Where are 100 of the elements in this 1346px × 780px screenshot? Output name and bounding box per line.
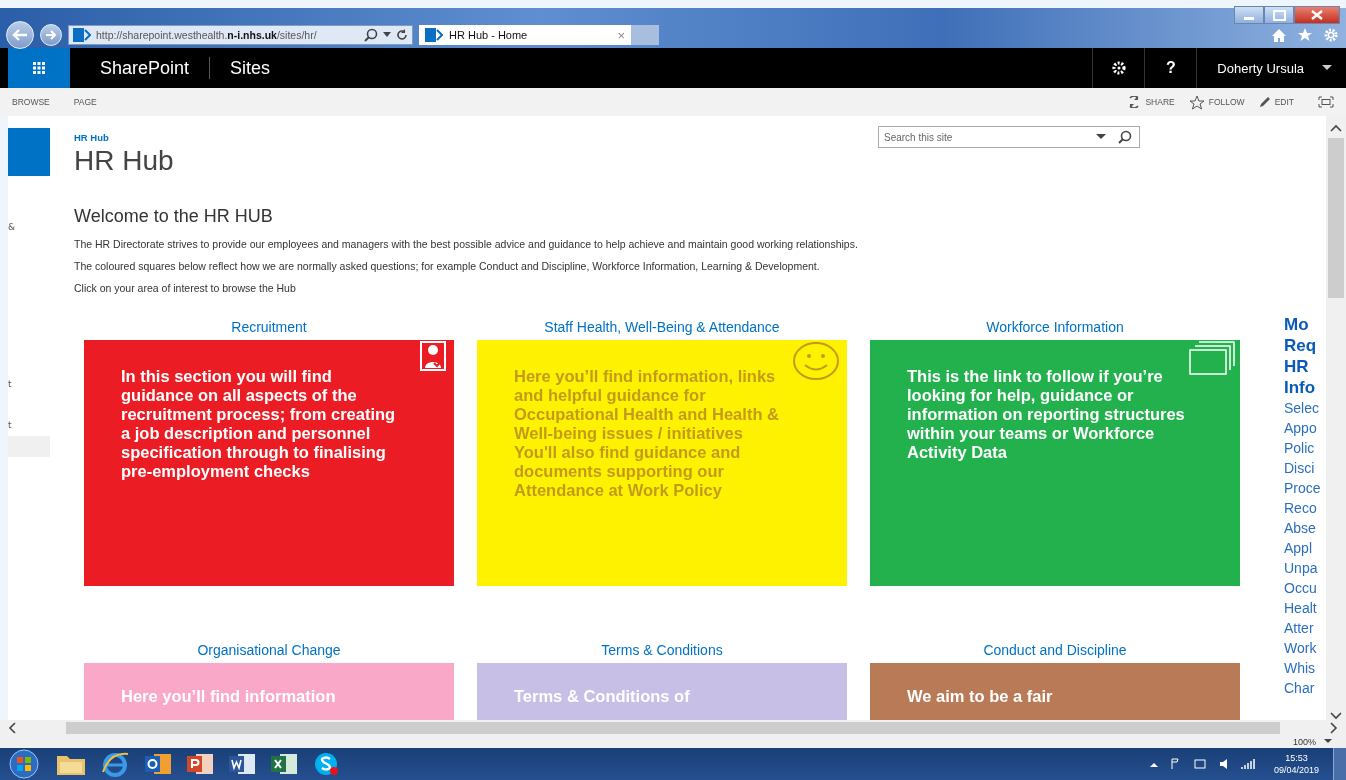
sidebar-heading: Req bbox=[1284, 335, 1318, 356]
sidebar-link[interactable]: Proce bbox=[1284, 478, 1326, 498]
tile-text: Here you’ll find information, links and helpful guidance for Occupational Health and Health & Well-being issues / initiatives bbox=[514, 367, 780, 443]
sidebar-link[interactable]: Healt bbox=[1284, 598, 1326, 618]
tile-text: This is the link to follow if you’re looking for help, guidance or information on reporting structures within your teams or Workforce Activity Data bbox=[907, 367, 1186, 462]
clock-time[interactable]: 15:53 bbox=[1285, 752, 1308, 764]
tile-text: Terms & Conditions of bbox=[514, 687, 691, 706]
app-name[interactable]: SharePoint bbox=[80, 57, 211, 79]
sidebar-link[interactable]: Reco bbox=[1284, 498, 1326, 518]
tile[interactable] bbox=[477, 340, 847, 586]
scrollbar-thumb[interactable] bbox=[66, 721, 1280, 734]
caret-icon[interactable] bbox=[1324, 739, 1332, 744]
chevron-up-icon[interactable] bbox=[1330, 124, 1342, 132]
caret-icon[interactable] bbox=[1096, 134, 1106, 140]
zoom-level[interactable]: 100% bbox=[1292, 736, 1316, 747]
intro-text: The coloured squares below reflect how we are normally asked questions; for example Conduct and Discipline, Workforce Information, Learning & Development. bbox=[74, 260, 821, 272]
clock-date[interactable]: 09/04/2019 bbox=[1273, 764, 1319, 776]
dropdown-icon[interactable] bbox=[383, 32, 391, 38]
sidebar-link[interactable]: Work bbox=[1284, 638, 1326, 658]
welcome-heading: Welcome to the HR HUB bbox=[74, 206, 274, 227]
back-button[interactable] bbox=[6, 21, 34, 49]
refresh-icon[interactable] bbox=[396, 29, 408, 41]
page-title: HR Hub bbox=[74, 145, 174, 177]
star-icon[interactable] bbox=[1298, 28, 1312, 42]
ribbon-action[interactable]: EDIT bbox=[1258, 96, 1294, 108]
arrow-left-icon bbox=[12, 29, 28, 41]
tile-heading[interactable]: Staff Health, Well-Being & Attendance bbox=[477, 319, 847, 335]
sidebar-link[interactable]: Disci bbox=[1284, 458, 1326, 478]
browser-tab[interactable]: HR Hub - Home × bbox=[419, 25, 631, 45]
close-tab-button[interactable]: × bbox=[617, 27, 625, 43]
sidebar-link[interactable]: Atter bbox=[1284, 618, 1326, 638]
tile[interactable]: In this section you will find guidance on all aspects of the recruitment process; from creating a job description and personnel specification through to finalising pre-employment checks bbox=[84, 340, 454, 586]
presentation-app-icon[interactable] bbox=[186, 751, 214, 777]
app-launcher-button[interactable] bbox=[8, 48, 70, 88]
address-field[interactable]: http://sharepoint.westhealth.n-i.nhs.uk/sites/hr/ bbox=[68, 25, 413, 45]
site-icon bbox=[425, 28, 443, 42]
arrow-right-icon bbox=[45, 30, 57, 40]
ribbon-action[interactable]: FOLLOW bbox=[1188, 94, 1245, 110]
chat-app-icon[interactable] bbox=[312, 751, 340, 777]
document-app-icon[interactable] bbox=[228, 751, 256, 777]
star-icon bbox=[1188, 94, 1205, 110]
site-icon bbox=[73, 28, 91, 42]
close-icon bbox=[1311, 10, 1323, 20]
close-button[interactable] bbox=[1294, 6, 1340, 24]
sidebar-link[interactable]: Abse bbox=[1284, 518, 1326, 538]
nav-link[interactable]: t bbox=[8, 379, 12, 389]
grid-icon bbox=[33, 62, 45, 74]
mail-app-icon[interactable] bbox=[144, 751, 172, 777]
sidebar-link[interactable]: Appl bbox=[1284, 538, 1326, 558]
chevron-down-icon[interactable] bbox=[1330, 712, 1342, 720]
ribbon-tab[interactable]: BROWSE bbox=[12, 97, 50, 107]
tile-heading[interactable]: Recruitment bbox=[84, 319, 454, 335]
spreadsheet-app-icon[interactable] bbox=[270, 751, 298, 777]
tile[interactable]: This is the link to follow if you’re looking for help, guidance or information on reporting structures within your teams or Workforce Activity Data bbox=[870, 340, 1240, 586]
sidebar-link[interactable]: Occu bbox=[1284, 578, 1326, 598]
nav-link[interactable]: t bbox=[8, 420, 12, 430]
tile-text: You'll also find guidance and documents supporting our Attendance at Work Policy bbox=[514, 443, 742, 500]
sidebar-link[interactable]: Appo bbox=[1284, 418, 1326, 438]
tile-text: Here you’ll find information bbox=[121, 687, 337, 706]
horizontal-scrollbar[interactable] bbox=[0, 720, 1346, 735]
tile-heading[interactable]: Terms & Conditions bbox=[477, 642, 847, 658]
tile[interactable]: We aim to be a fair bbox=[870, 663, 1240, 720]
browser-icon[interactable] bbox=[100, 750, 130, 778]
pages-icon bbox=[1189, 341, 1235, 375]
nav-link[interactable]: & bbox=[8, 222, 16, 232]
tile-text: We aim to be a fair bbox=[907, 687, 1054, 706]
tile-heading[interactable]: Conduct and Discipline bbox=[870, 642, 1240, 658]
sidebar-link[interactable]: Unpa bbox=[1284, 558, 1326, 578]
maximize-button[interactable] bbox=[1264, 6, 1294, 24]
breadcrumb-link[interactable]: HR Hub bbox=[74, 132, 174, 143]
chevron-right-icon[interactable] bbox=[1330, 721, 1338, 734]
search-icon[interactable] bbox=[364, 28, 378, 42]
focus-icon[interactable] bbox=[1318, 96, 1334, 108]
sidebar-heading: Info bbox=[1284, 377, 1317, 398]
intro-text: Click on your area of interest to browse the Hub bbox=[74, 282, 297, 294]
ribbon-action[interactable]: SHARE bbox=[1127, 96, 1175, 108]
intro-text: The HR Directorate strives to provide our employees and managers with the best possible advice and guidance to help achieve and maintain good working relationships. bbox=[74, 238, 859, 250]
sites-link[interactable]: Sites bbox=[210, 57, 291, 79]
minimize-button[interactable] bbox=[1234, 6, 1264, 24]
caret-icon[interactable] bbox=[1322, 65, 1332, 71]
person-icon bbox=[420, 341, 446, 371]
settings-icon bbox=[1111, 61, 1126, 75]
smiley-icon bbox=[792, 341, 840, 381]
search-icon[interactable] bbox=[1118, 130, 1132, 144]
sidebar-link[interactable]: Polic bbox=[1284, 438, 1326, 458]
sidebar-heading: HR bbox=[1284, 356, 1310, 377]
tile-heading[interactable]: Workforce Information bbox=[870, 319, 1240, 335]
tile-text: In this section you will find guidance on all aspects of the recruitment process; from creating a job description and personnel specification through to finalising pre-employment checks bbox=[121, 367, 397, 481]
scrollbar-thumb[interactable] bbox=[1328, 138, 1344, 298]
forward-button[interactable] bbox=[40, 24, 62, 46]
sidebar-link[interactable]: Char bbox=[1284, 678, 1326, 698]
tile-heading[interactable]: Organisational Change bbox=[84, 642, 454, 658]
search-field[interactable]: Search this site bbox=[878, 126, 1140, 148]
sidebar-link[interactable]: Whis bbox=[1284, 658, 1326, 678]
chevron-left-icon[interactable] bbox=[8, 721, 16, 734]
sidebar-heading: Mo bbox=[1284, 314, 1310, 335]
pencil-icon bbox=[1258, 96, 1271, 108]
start-button[interactable] bbox=[6, 749, 42, 779]
sidebar-link[interactable]: Selec bbox=[1284, 398, 1326, 418]
ribbon-tab[interactable]: PAGE bbox=[73, 97, 97, 107]
